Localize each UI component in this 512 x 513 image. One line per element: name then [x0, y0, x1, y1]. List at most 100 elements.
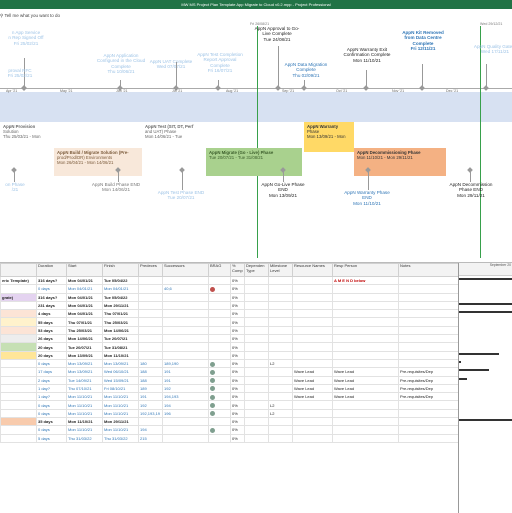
table-cell[interactable] — [0, 284, 37, 294]
table-cell[interactable]: L2 — [268, 400, 293, 410]
table-cell[interactable] — [162, 433, 209, 443]
table-row[interactable]: 0 days Mon 11/10/21 Mon 11/10/21 192,193,19… — [0, 408, 459, 419]
gantt-chart[interactable]: September 20 — [458, 263, 512, 513]
gantt-task-bar[interactable] — [459, 419, 512, 422]
table-row[interactable]: 1 day? Mon 11/10/21 Mon 11/10/21 191 194,193… — [0, 392, 459, 402]
table-cell[interactable]: 191 — [138, 392, 163, 402]
table-cell[interactable]: Mon 04/01/21 — [66, 284, 103, 294]
table-cell[interactable]: 0% — [230, 292, 245, 302]
table-cell[interactable] — [398, 350, 459, 360]
table-cell[interactable]: 26 days — [36, 334, 67, 344]
table-row[interactable]: 0 days Mon 13/09/21 Mon 13/09/21 180 189,190… — [0, 358, 459, 369]
table-cell[interactable]: Wave Lead — [332, 392, 399, 402]
table-cell[interactable]: 40,6 — [162, 284, 209, 294]
table-cell[interactable] — [208, 383, 231, 394]
table-cell[interactable]: 0% — [230, 433, 245, 443]
table-cell[interactable] — [0, 367, 37, 377]
table-cell[interactable]: Thu 07/10/21 — [66, 383, 103, 394]
table-cell[interactable]: Thu 25/03/21 — [66, 325, 103, 336]
table-cell[interactable]: 316 days? — [36, 275, 67, 286]
table-cell[interactable] — [0, 425, 37, 435]
table-cell[interactable] — [208, 317, 231, 327]
column-header[interactable]: Duration — [36, 263, 67, 277]
table-cell[interactable]: Mon 11/10/21 — [102, 425, 139, 435]
table-cell[interactable]: 2 days — [36, 375, 67, 385]
timeline-milestone-7[interactable]: AppN Warranty Exit Confirmation Complete M… — [330, 47, 404, 63]
table-cell[interactable] — [292, 400, 333, 410]
table-cell[interactable] — [268, 284, 293, 294]
table-cell[interactable] — [0, 325, 37, 336]
table-cell[interactable]: Mon 04/01/21 — [102, 284, 139, 294]
table-cell[interactable]: Tue 05/04/22 — [102, 275, 139, 286]
table-cell[interactable]: Wave Lead — [292, 375, 333, 385]
table-cell[interactable] — [268, 334, 293, 344]
table-cell[interactable]: 0% — [230, 425, 245, 435]
table-cell[interactable] — [244, 375, 269, 385]
table-cell[interactable]: Mon 04/01/21 — [66, 292, 103, 302]
table-cell[interactable] — [332, 317, 399, 327]
task-grid[interactable]: Duration Start Finish Predeces Successors BRA… — [0, 262, 512, 513]
table-cell[interactable] — [398, 309, 459, 319]
table-cell[interactable] — [0, 309, 37, 319]
table-cell[interactable] — [0, 408, 37, 419]
table-cell[interactable]: 0% — [230, 408, 245, 419]
table-cell[interactable]: Mon 11/10/21 — [66, 425, 103, 435]
table-cell[interactable]: Pre-requisites/Dep — [398, 367, 459, 377]
timeline-milestone-1[interactable]: proval RFC Fri 25/02/21 — [0, 68, 40, 79]
table-row[interactable]: 17 days Mon 13/09/21 Wed 06/10/21 188 191 0% W… — [0, 367, 459, 377]
table-cell[interactable] — [268, 342, 293, 352]
table-cell[interactable] — [208, 358, 231, 369]
table-cell[interactable] — [398, 275, 459, 286]
table-cell[interactable] — [0, 358, 37, 369]
table-cell[interactable]: Wave Lead — [332, 367, 399, 377]
table-row[interactable]: 20 days Mon 13/09/21 Mon 11/10/21 0% — [0, 350, 459, 360]
table-cell[interactable] — [398, 334, 459, 344]
table-cell[interactable]: Thu 31/03/22 — [66, 433, 103, 443]
table-cell[interactable] — [268, 383, 293, 394]
table-cell[interactable] — [268, 425, 293, 435]
table-cell[interactable] — [268, 350, 293, 360]
table-cell[interactable]: 0% — [230, 325, 245, 336]
table-row[interactable]: 0 days Mon 11/10/21 Mon 11/10/21 194 0% — [0, 425, 459, 435]
table-cell[interactable]: 196 — [162, 408, 209, 419]
table-cell[interactable]: Mon 11/10/21 — [102, 408, 139, 419]
table-cell[interactable] — [244, 383, 269, 394]
table-cell[interactable] — [244, 325, 269, 336]
table-cell[interactable] — [138, 334, 163, 344]
table-cell[interactable] — [398, 317, 459, 327]
timeline-milestone-4[interactable]: AppN Test Completion Report Approval Compl… — [188, 52, 252, 74]
table-cell[interactable]: 192 — [138, 400, 163, 410]
table-cell[interactable]: 192 — [162, 383, 209, 394]
table-cell[interactable]: Mon 11/10/21 — [66, 417, 103, 427]
table-cell[interactable] — [138, 417, 163, 427]
table-cell[interactable]: Fri 08/10/21 — [102, 383, 139, 394]
gantt-task-bar[interactable] — [459, 311, 512, 314]
table-cell[interactable] — [244, 275, 269, 286]
table-cell[interactable]: 0 days — [36, 408, 67, 419]
table-cell[interactable]: 20 days — [36, 350, 67, 360]
table-cell[interactable] — [268, 317, 293, 327]
table-cell[interactable] — [244, 317, 269, 327]
table-cell[interactable] — [332, 292, 399, 302]
table-row[interactable]: 20 days Tue 20/07/21 Tue 31/08/21 0% — [0, 342, 459, 352]
table-cell[interactable]: Wave Lead — [332, 375, 399, 385]
table-cell[interactable] — [292, 342, 333, 352]
table-cell[interactable] — [268, 275, 293, 286]
table-cell[interactable]: Mon 11/10/21 — [102, 400, 139, 410]
table-cell[interactable] — [208, 425, 231, 435]
table-cell[interactable] — [292, 417, 333, 427]
table-cell[interactable] — [162, 334, 209, 344]
table-cell[interactable] — [0, 433, 37, 443]
timeline-milestone-9[interactable]: AppN Quality Gate 3 Wed 17/11/21 — [470, 44, 512, 55]
table-cell[interactable] — [0, 342, 37, 352]
table-cell[interactable]: 180 — [138, 358, 163, 369]
table-cell[interactable] — [208, 417, 231, 427]
table-cell[interactable] — [292, 358, 333, 369]
table-row[interactable]: 26 days Mon 14/06/21 Tue 20/07/21 0% — [0, 334, 459, 344]
table-cell[interactable] — [162, 300, 209, 311]
table-cell[interactable]: 0 days — [36, 284, 67, 294]
table-cell[interactable] — [208, 292, 231, 302]
timeline-end-milestone-2[interactable]: AppN Test Phase END Tue 20/07/21 — [150, 190, 212, 201]
table-cell[interactable] — [332, 425, 399, 435]
gantt-task-bar[interactable] — [459, 278, 512, 280]
